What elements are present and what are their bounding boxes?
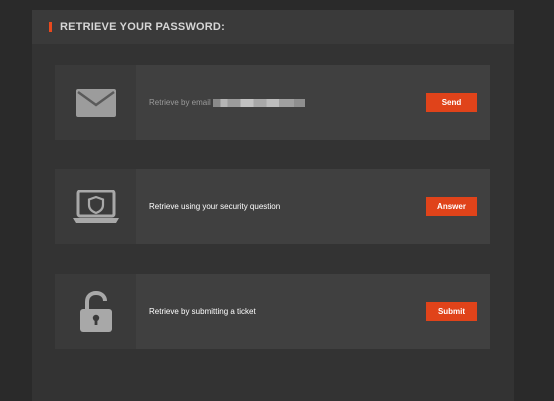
option-ticket-label: Retrieve by submitting a ticket: [149, 307, 256, 316]
option-email: Retrieve by email Send: [55, 65, 490, 140]
panel-title: RETRIEVE YOUR PASSWORD:: [60, 21, 225, 33]
panel-header: RETRIEVE YOUR PASSWORD:: [32, 10, 514, 44]
option-email-text: Retrieve by email: [136, 65, 426, 140]
masked-email: [212, 98, 305, 107]
option-security-text: Retrieve using your security question: [136, 169, 426, 244]
option-security-label: Retrieve using your security question: [149, 202, 281, 211]
option-ticket: Retrieve by submitting a ticket Submit: [55, 274, 490, 349]
ticket-icon-box: [55, 274, 136, 349]
submit-button[interactable]: Submit: [426, 302, 477, 321]
option-email-label: Retrieve by email: [149, 98, 211, 107]
option-ticket-text: Retrieve by submitting a ticket: [136, 274, 426, 349]
email-icon-box: [55, 65, 136, 140]
send-button[interactable]: Send: [426, 93, 477, 112]
header-accent-bar: [49, 22, 52, 32]
answer-button[interactable]: Answer: [426, 197, 477, 216]
envelope-icon: [75, 88, 116, 117]
option-security-question: Retrieve using your security question An…: [55, 169, 490, 244]
unlocked-padlock-icon: [79, 290, 112, 332]
laptop-shield-icon: [72, 189, 119, 223]
security-icon-box: [55, 169, 136, 244]
retrieve-password-panel: RETRIEVE YOUR PASSWORD: Retrieve by emai…: [32, 10, 514, 401]
